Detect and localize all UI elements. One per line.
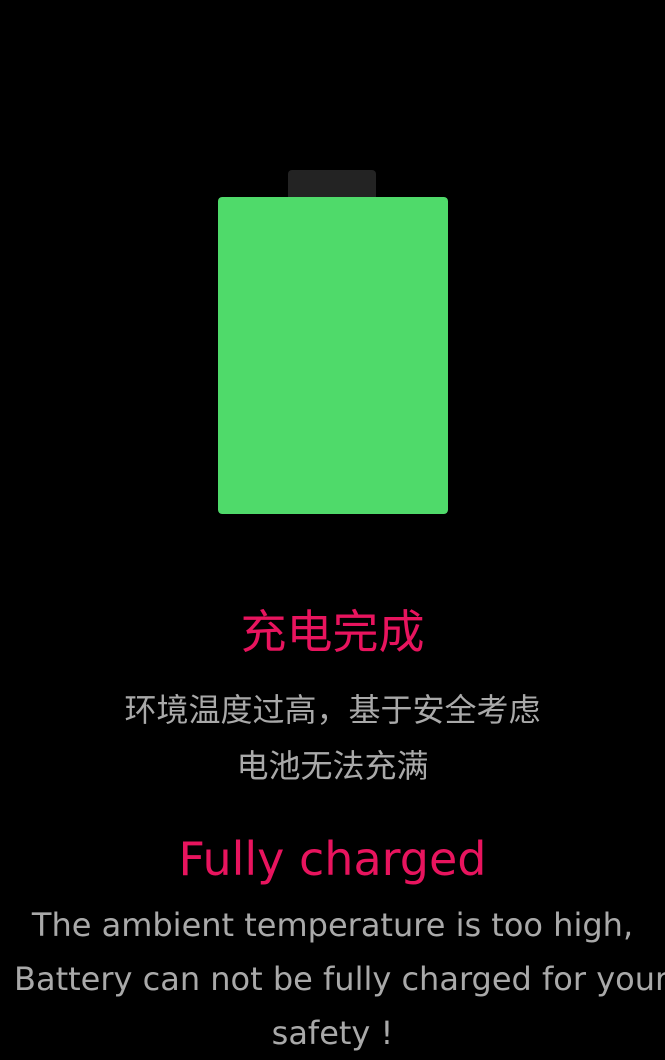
message-en-line-1: The ambient temperature is too high, — [31, 906, 634, 944]
charge-status-message-cn: 环境温度过高，基于安全考虑 电池无法充满 — [0, 682, 665, 794]
charging-screen: 充电完成 环境温度过高，基于安全考虑 电池无法充满 Fully charged … — [0, 0, 665, 1060]
charge-status-title-en: Fully charged — [178, 832, 487, 886]
battery-cap — [288, 170, 376, 198]
battery-level-fill — [218, 197, 448, 514]
message-cn-line-1: 环境温度过高，基于安全考虑 — [124, 691, 541, 729]
message-cn-line-2: 电池无法充满 — [236, 747, 429, 785]
message-en-line-3: safety ! — [271, 1014, 394, 1052]
message-en-line-2: Battery can not be fully charged for you… — [14, 960, 665, 998]
battery-body — [218, 197, 448, 514]
battery-full-icon — [218, 170, 448, 514]
charge-status-message-en: The ambient temperature is too high, Bat… — [14, 898, 665, 1060]
charge-status-title-cn: 充电完成 — [240, 605, 425, 659]
